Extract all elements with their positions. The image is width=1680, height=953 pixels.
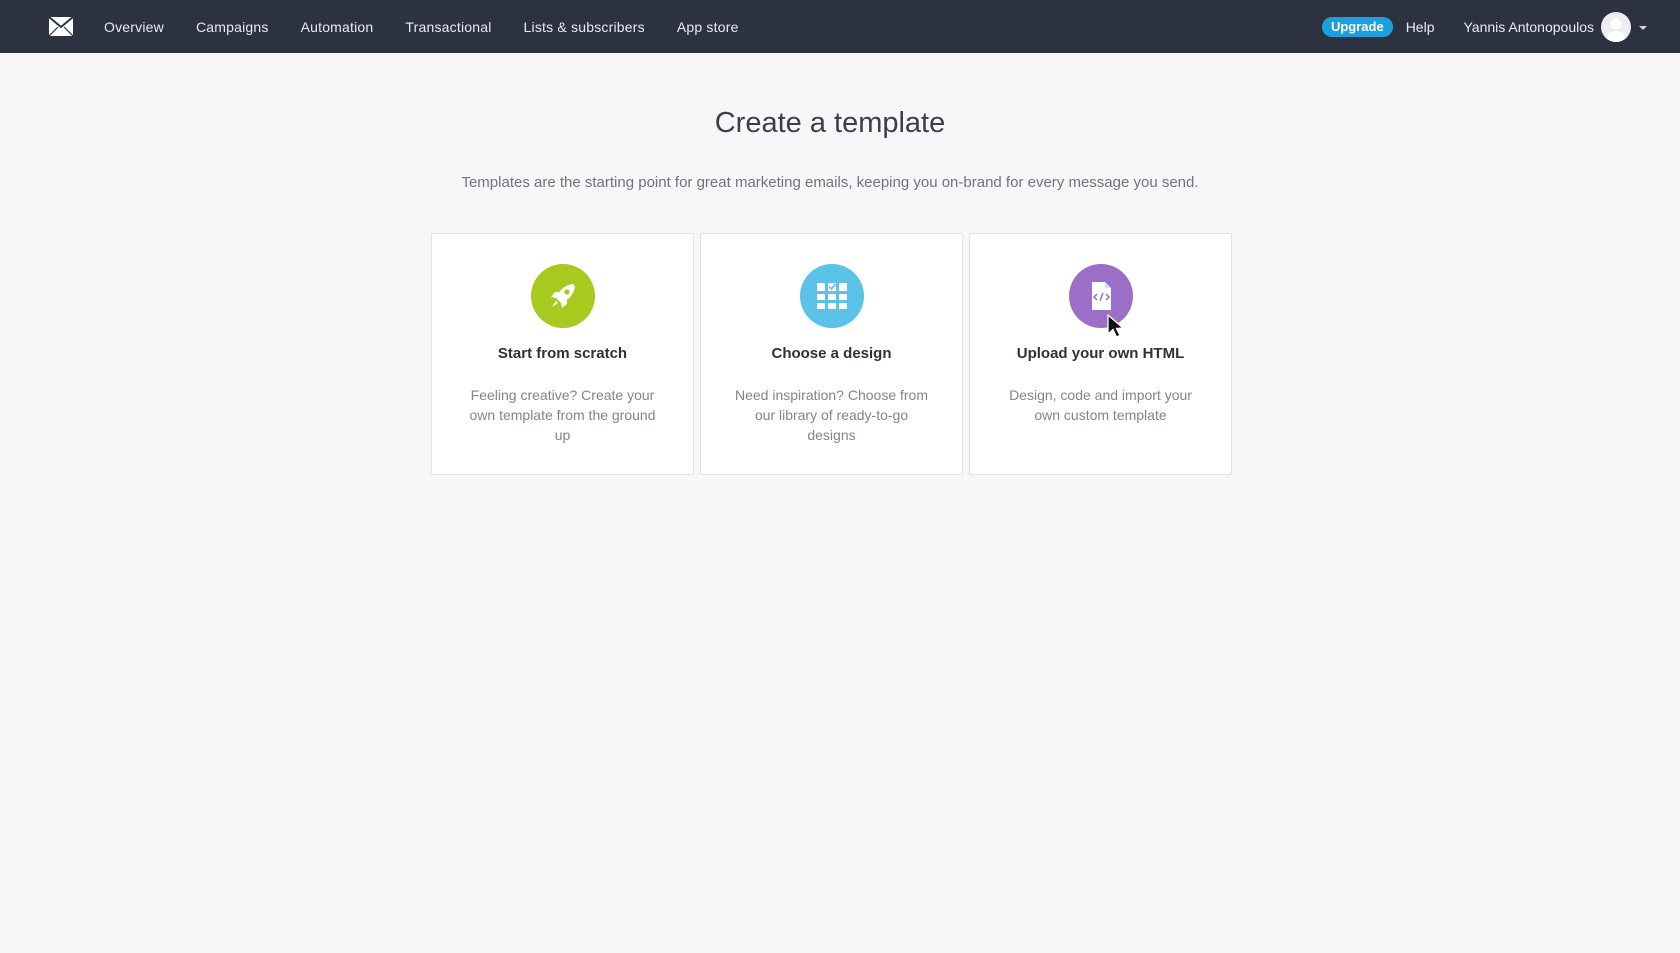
nav-item-transactional[interactable]: Transactional bbox=[405, 19, 491, 35]
upgrade-button[interactable]: Upgrade bbox=[1321, 16, 1393, 37]
nav-item-overview[interactable]: Overview bbox=[104, 19, 164, 35]
template-options: Start from scratch Feeling creative? Cre… bbox=[431, 233, 1232, 475]
choose-a-design-card[interactable]: Choose a design Need inspiration? Choose… bbox=[700, 233, 963, 475]
mail-logo-icon[interactable] bbox=[49, 17, 73, 36]
rocket-icon bbox=[531, 264, 595, 328]
design-grid-icon bbox=[800, 264, 864, 328]
nav-item-app-store[interactable]: App store bbox=[677, 19, 739, 35]
page-subtitle: Templates are the starting point for gre… bbox=[461, 174, 1199, 191]
main-nav: Overview Campaigns Automation Transactio… bbox=[104, 0, 771, 53]
card-description: Need inspiration? Choose from our librar… bbox=[735, 387, 928, 443]
nav-item-automation[interactable]: Automation bbox=[301, 19, 374, 35]
page-title: Create a template bbox=[714, 107, 946, 139]
avatar[interactable] bbox=[1601, 11, 1631, 42]
nav-item-campaigns[interactable]: Campaigns bbox=[196, 19, 269, 35]
start-from-scratch-card[interactable]: Start from scratch Feeling creative? Cre… bbox=[431, 233, 694, 475]
card-description: Feeling creative? Create your own templa… bbox=[469, 387, 656, 443]
nav-item-lists-subscribers[interactable]: Lists & subscribers bbox=[524, 19, 645, 35]
card-description: Design, code and import your own custom … bbox=[1009, 387, 1192, 423]
card-title: Choose a design bbox=[771, 345, 892, 362]
card-title: Start from scratch bbox=[497, 345, 628, 362]
account-area: Upgrade Help Yannis Antonopoulos bbox=[1321, 0, 1647, 53]
top-navigation-bar: Overview Campaigns Automation Transactio… bbox=[0, 0, 1680, 53]
card-title: Upload your own HTML bbox=[1016, 345, 1185, 362]
help-link[interactable]: Help bbox=[1406, 19, 1435, 35]
user-name[interactable]: Yannis Antonopoulos bbox=[1463, 19, 1594, 35]
chevron-down-icon[interactable] bbox=[1639, 25, 1647, 30]
html-file-icon bbox=[1069, 264, 1133, 328]
user-silhouette-icon bbox=[1606, 18, 1626, 42]
upload-html-card[interactable]: Upload your own HTML Design, code and im… bbox=[969, 233, 1232, 475]
